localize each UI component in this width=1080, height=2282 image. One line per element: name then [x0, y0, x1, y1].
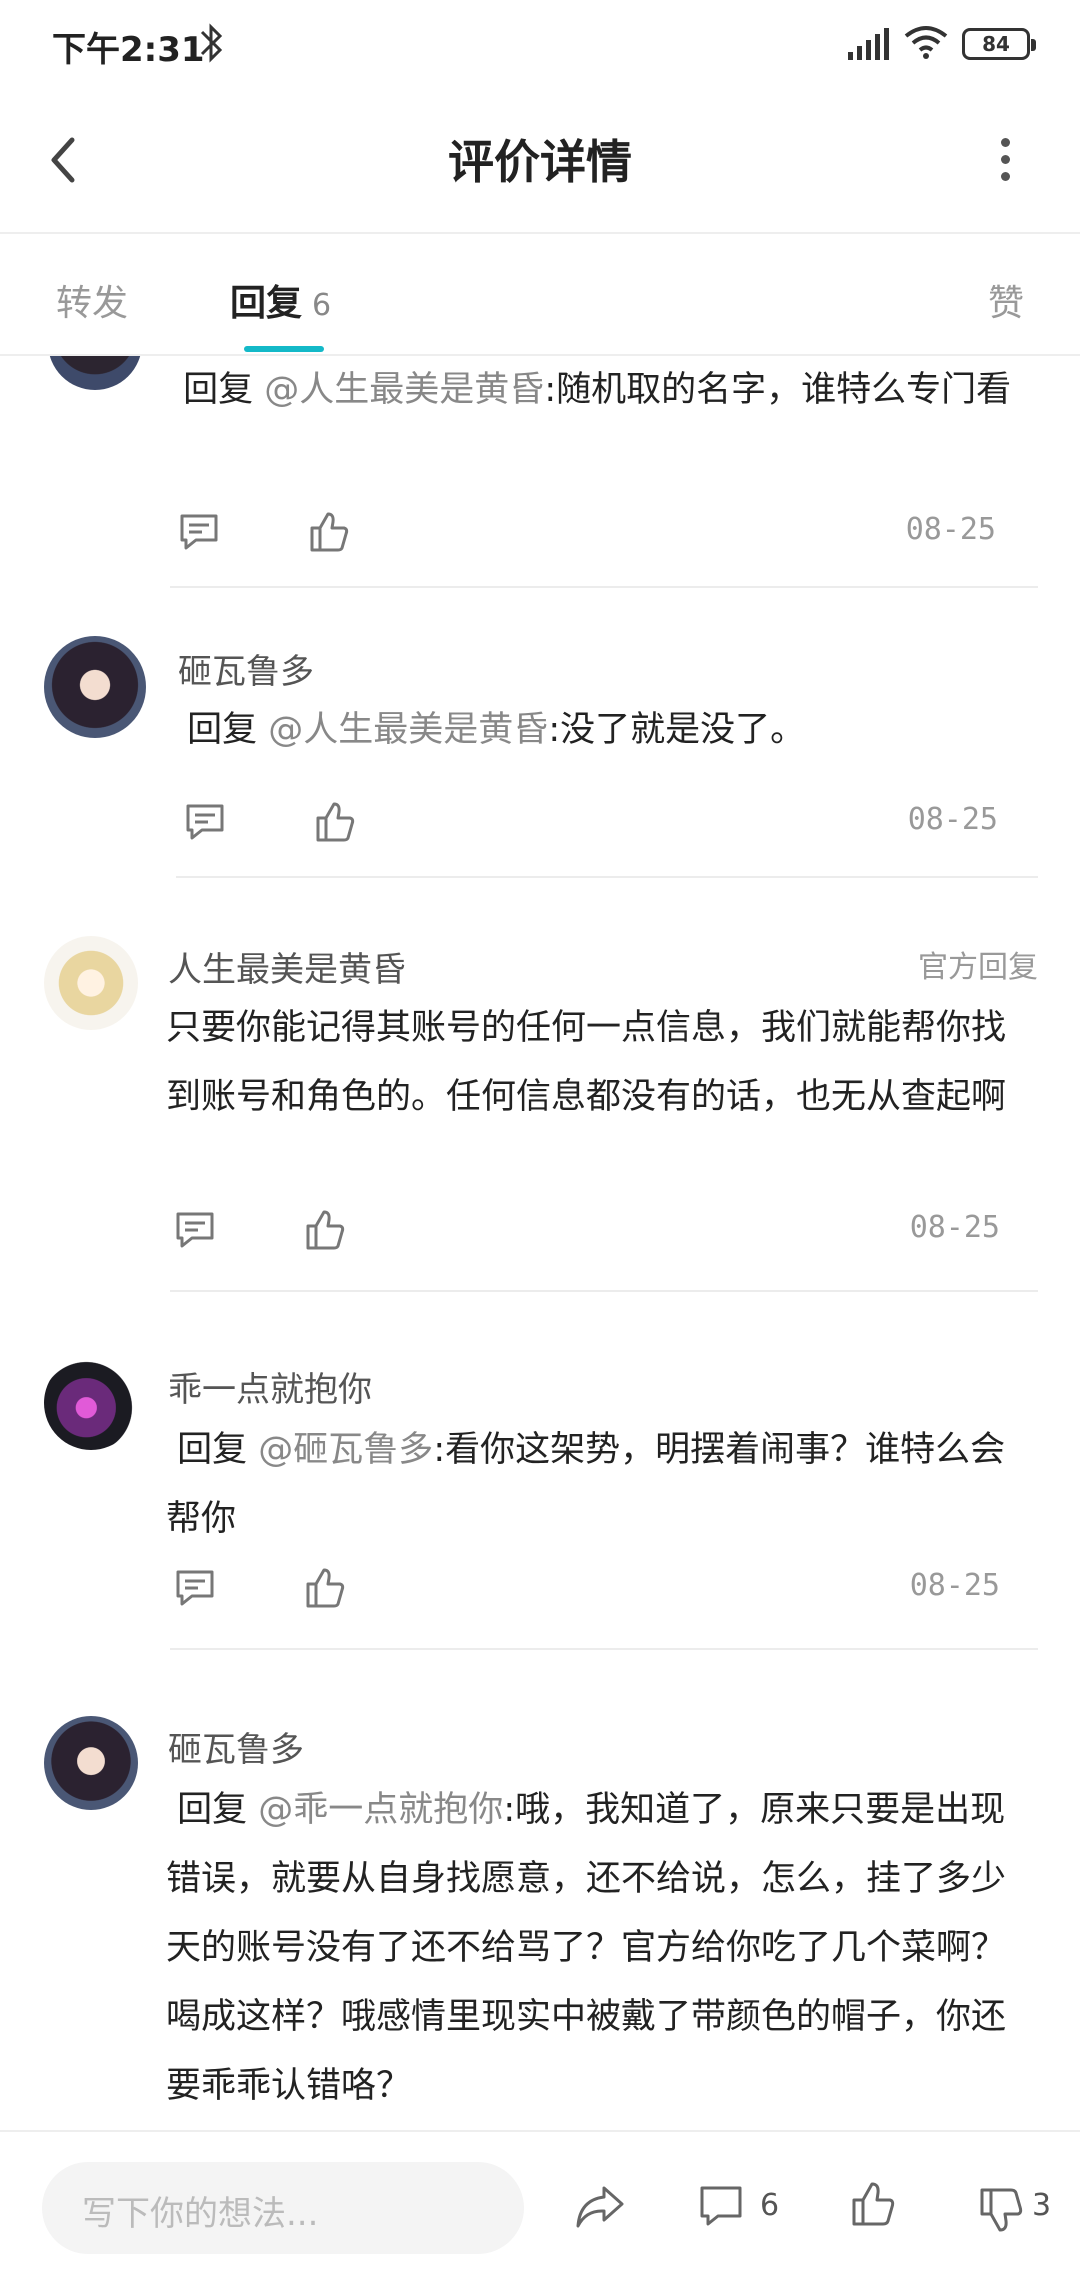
comment-body: :没了就是没了。: [548, 710, 806, 750]
comment-body: :哦，我知道了，原来只要是出现错误，就要从自身找愿意，还不给说，怎么，挂了多少天…: [166, 1790, 1007, 2106]
mention-link[interactable]: @乖一点就抱你: [258, 1790, 503, 1830]
comment-text: 只要你能记得其账号的任何一点信息，我们就能帮你找到账号和角色的。任何信息都没有的…: [166, 994, 1038, 1132]
tab-reply-label: 回复: [230, 283, 303, 324]
reply-icon[interactable]: [184, 802, 226, 842]
comment-icon[interactable]: [698, 2184, 744, 2228]
commenter-name[interactable]: 砸瓦鲁多: [168, 1722, 304, 1771]
dislike-count: 3: [1032, 2188, 1052, 2223]
status-time: 下午2:31: [52, 30, 205, 70]
comment-text: 回复 @砸瓦鲁多:看你这架势，明摆着闹事？谁特么会帮你: [166, 1416, 1038, 1554]
thumbs-up-icon[interactable]: [304, 1208, 346, 1252]
comment-date: 08-25: [905, 512, 996, 547]
mention-link[interactable]: @人生最美是黄昏: [264, 370, 544, 410]
tab-forward[interactable]: 转发: [56, 274, 128, 326]
mention-link[interactable]: @砸瓦鲁多: [258, 1430, 433, 1470]
battery-icon: 84: [962, 28, 1036, 60]
share-icon[interactable]: [574, 2184, 626, 2230]
comment-date: 08-25: [907, 802, 998, 837]
status-bar: 下午2:31 84: [0, 0, 1080, 90]
reply-icon[interactable]: [174, 1568, 216, 1608]
comment-date: 08-25: [909, 1210, 1000, 1245]
tab-reply-count: 6: [312, 288, 332, 323]
comment-input-placeholder: 写下你的想法...: [82, 2194, 319, 2234]
reply-prefix: 回复: [177, 1430, 248, 1470]
reply-icon[interactable]: [178, 512, 220, 552]
divider: [176, 876, 1038, 878]
page-title: 评价详情: [448, 135, 632, 189]
tab-bar: 转发 回复 6 赞: [0, 234, 1080, 356]
mention-link[interactable]: @人生最美是黄昏: [268, 710, 548, 750]
official-reply-badge: 官方回复: [918, 950, 1038, 985]
divider: [170, 586, 1038, 588]
comment-body: :随机取的名字，谁特么专门看: [544, 370, 1012, 410]
avatar[interactable]: [48, 356, 142, 390]
thumbs-up-icon[interactable]: [850, 2180, 896, 2228]
comment-body: 只要你能记得其账号的任何一点信息，我们就能帮你找到账号和角色的。任何信息都没有的…: [166, 1008, 1007, 1117]
bluetooth-icon: [200, 23, 223, 63]
comment-input[interactable]: 写下你的想法...: [42, 2162, 524, 2254]
comment-actions: 08-25: [174, 508, 996, 558]
avatar[interactable]: [44, 1716, 138, 1810]
avatar[interactable]: [44, 1356, 138, 1450]
thumbs-up-icon[interactable]: [304, 1566, 346, 1610]
comment-count: 6: [760, 2188, 780, 2223]
divider: [170, 1290, 1038, 1292]
reply-icon[interactable]: [174, 1210, 216, 1250]
thumbs-down-icon[interactable]: [978, 2186, 1024, 2234]
thumbs-up-icon[interactable]: [314, 800, 356, 844]
reply-prefix: 回复: [183, 370, 254, 410]
thumbs-up-icon[interactable]: [308, 510, 350, 554]
app-header: 评价详情: [0, 90, 1080, 234]
wifi-icon: [904, 26, 948, 59]
commenter-name[interactable]: 砸瓦鲁多: [178, 644, 314, 693]
tab-reply[interactable]: 回复 6: [230, 274, 331, 326]
divider: [170, 1648, 1038, 1650]
comment-actions: 08-25: [180, 798, 998, 848]
reply-prefix: 回复: [177, 1790, 248, 1830]
comment-actions: 08-25: [170, 1206, 1000, 1256]
comment-date: 08-25: [909, 1568, 1000, 1603]
comment-text: 回复 @乖一点就抱你:哦，我知道了，原来只要是出现错误，就要从自身找愿意，还不给…: [166, 1776, 1038, 2121]
tab-active-indicator: [244, 346, 324, 352]
comment-text: 回复 @人生最美是黄昏:随机取的名字，谁特么专门看: [172, 356, 1038, 425]
tab-like[interactable]: 赞: [988, 274, 1024, 326]
avatar[interactable]: [44, 936, 138, 1030]
bottom-action-bar: 写下你的想法... 6 3: [0, 2130, 1080, 2282]
commenter-name[interactable]: 乖一点就抱你: [168, 1362, 372, 1411]
avatar[interactable]: [44, 636, 146, 738]
more-options-icon[interactable]: [990, 138, 1020, 182]
comment-text: 回复 @人生最美是黄昏:没了就是没了。: [176, 696, 1038, 765]
signal-icon: [848, 28, 889, 60]
reply-prefix: 回复: [187, 710, 258, 750]
comment-actions: 08-25: [170, 1564, 1000, 1614]
commenter-name[interactable]: 人生最美是黄昏: [168, 942, 406, 991]
comment-list[interactable]: 回复 @人生最美是黄昏:随机取的名字，谁特么专门看 08-25 砸瓦鲁多 回复 …: [0, 356, 1080, 2130]
